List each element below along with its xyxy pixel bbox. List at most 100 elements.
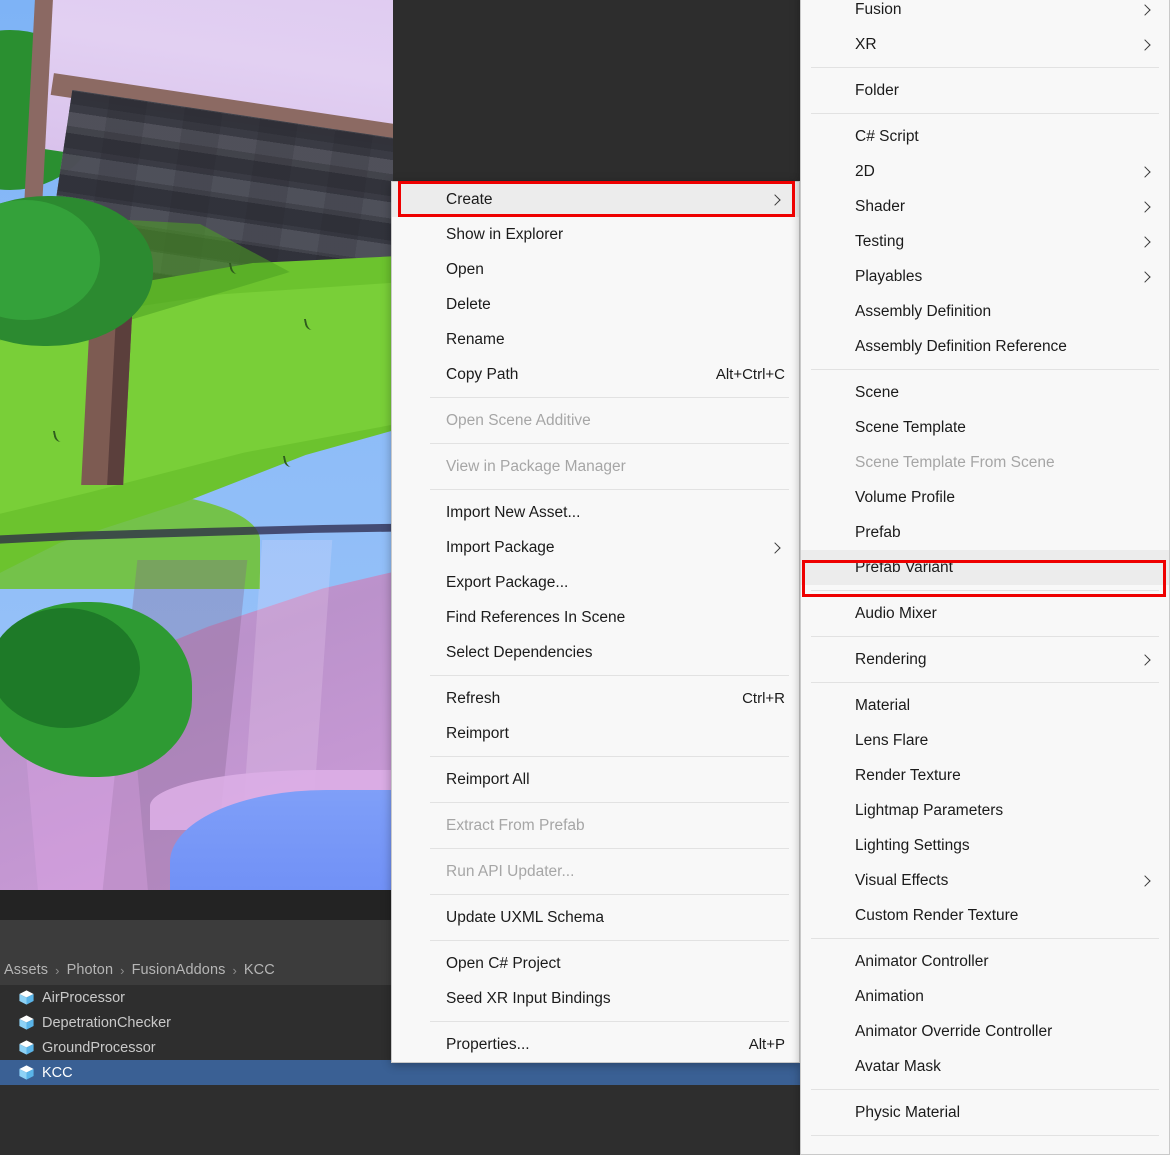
menu-item-assembly-definition[interactable]: Assembly Definition [801, 294, 1169, 329]
menu-item-label: Assembly Definition Reference [855, 337, 1067, 355]
list-item[interactable]: AirProcessor [0, 985, 393, 1010]
menu-item-scene[interactable]: Scene [801, 375, 1169, 410]
menu-item-export-package[interactable]: Export Package... [392, 565, 799, 600]
menu-separator [430, 848, 789, 849]
menu-item-material[interactable]: Material [801, 688, 1169, 723]
menu-item-animator-controller[interactable]: Animator Controller [801, 944, 1169, 979]
menu-separator [811, 1089, 1159, 1090]
menu-item-volume-profile[interactable]: Volume Profile [801, 480, 1169, 515]
menu-item-label: Animator Controller [855, 952, 989, 970]
list-item[interactable]: GroundProcessor [0, 1035, 393, 1060]
menu-item-label: Material [855, 696, 911, 714]
menu-item-label: Shader [855, 197, 905, 215]
menu-item-label: Reimport [446, 724, 509, 742]
menu-item-show-in-explorer[interactable]: Show in Explorer [392, 217, 799, 252]
menu-item-label: Lightmap Parameters [855, 801, 1004, 819]
breadcrumb-item-photon[interactable]: Photon [67, 962, 114, 978]
menu-item-label: Open [446, 260, 484, 278]
menu-item-2d[interactable]: 2D [801, 154, 1169, 189]
breadcrumb-item-assets[interactable]: Assets [2, 962, 48, 978]
menu-item-refresh[interactable]: Refresh Ctrl+R [392, 681, 799, 716]
menu-item-select-dependencies[interactable]: Select Dependencies [392, 635, 799, 670]
menu-item-label: Create [446, 190, 493, 208]
menu-item-rendering[interactable]: Rendering [801, 642, 1169, 677]
menu-item-label: Scene Template [855, 418, 966, 436]
list-item[interactable]: DepetrationChecker [0, 1010, 393, 1035]
menu-item-delete[interactable]: Delete [392, 287, 799, 322]
menu-item-label: Volume Profile [855, 488, 955, 506]
prefab-cube-icon [19, 1040, 34, 1055]
menu-item-label: Import Package [446, 538, 555, 556]
menu-item-reimport[interactable]: Reimport [392, 716, 799, 751]
menu-item-label: Rendering [855, 650, 927, 668]
menu-item-assembly-definition-reference[interactable]: Assembly Definition Reference [801, 329, 1169, 364]
breadcrumb-item-fusionaddons[interactable]: FusionAddons [132, 962, 226, 978]
menu-item-label: Avatar Mask [855, 1057, 941, 1075]
menu-item-c-script[interactable]: C# Script [801, 119, 1169, 154]
menu-item-update-uxml-schema[interactable]: Update UXML Schema [392, 900, 799, 935]
menu-item-label: Reimport All [446, 770, 530, 788]
menu-item-label: Prefab Variant [855, 558, 953, 576]
menu-item-open-c-project[interactable]: Open C# Project [392, 946, 799, 981]
menu-item-render-texture[interactable]: Render Texture [801, 758, 1169, 793]
menu-item-folder[interactable]: Folder [801, 73, 1169, 108]
menu-item-copy-path[interactable]: Copy Path Alt+Ctrl+C [392, 357, 799, 392]
menu-item-custom-render-texture[interactable]: Custom Render Texture [801, 898, 1169, 933]
menu-item-label: Properties... [446, 1035, 530, 1053]
breadcrumb[interactable]: Assets › Photon › FusionAddons › KCC [0, 955, 395, 985]
menu-separator [811, 1135, 1159, 1136]
menu-item-label: Testing [855, 232, 905, 250]
create-submenu[interactable]: Fusion XR Folder C# Script 2D Shader Testing Pl… [800, 0, 1170, 1155]
menu-item-avatar-mask[interactable]: Avatar Mask [801, 1049, 1169, 1084]
asset-context-menu[interactable]: Create Show in Explorer Open Delete Rename Co… [391, 181, 800, 1063]
menu-separator [430, 756, 789, 757]
menu-item-label: Rename [446, 330, 505, 348]
menu-item-visual-effects[interactable]: Visual Effects [801, 863, 1169, 898]
menu-item-rename[interactable]: Rename [392, 322, 799, 357]
menu-item-label: View in Package Manager [446, 457, 626, 475]
menu-item-reimport-all[interactable]: Reimport All [392, 762, 799, 797]
menu-item-animation[interactable]: Animation [801, 979, 1169, 1014]
menu-item-lightmap-parameters[interactable]: Lightmap Parameters [801, 793, 1169, 828]
menu-item-extract-from-prefab: Extract From Prefab [392, 808, 799, 843]
menu-item-import-package[interactable]: Import Package [392, 530, 799, 565]
menu-item-open-scene-additive: Open Scene Additive [392, 403, 799, 438]
menu-item-scene-template[interactable]: Scene Template [801, 410, 1169, 445]
menu-item-lens-flare[interactable]: Lens Flare [801, 723, 1169, 758]
menu-item-fusion[interactable]: Fusion [801, 0, 1169, 27]
menu-item-testing[interactable]: Testing [801, 224, 1169, 259]
menu-item-properties[interactable]: Properties... Alt+P [392, 1027, 799, 1062]
menu-item-lighting-settings[interactable]: Lighting Settings [801, 828, 1169, 863]
menu-item-label: Refresh [446, 689, 501, 707]
menu-separator [430, 940, 789, 941]
menu-item-playables[interactable]: Playables [801, 259, 1169, 294]
menu-item-view-in-package-manager: View in Package Manager [392, 449, 799, 484]
menu-item-label: Lens Flare [855, 731, 929, 749]
menu-item-import-new-asset[interactable]: Import New Asset... [392, 495, 799, 530]
breadcrumb-item-kcc[interactable]: KCC [244, 962, 275, 978]
menu-item-audio-mixer[interactable]: Audio Mixer [801, 596, 1169, 631]
menu-item-open[interactable]: Open [392, 252, 799, 287]
menu-separator [811, 67, 1159, 68]
menu-item-seed-xr-input-bindings[interactable]: Seed XR Input Bindings [392, 981, 799, 1016]
menu-item-shader[interactable]: Shader [801, 189, 1169, 224]
menu-item-label: Delete [446, 295, 491, 313]
scene-view[interactable] [0, 0, 393, 890]
project-browser-toolbar[interactable] [0, 920, 393, 955]
menu-item-prefab-variant[interactable]: Prefab Variant [801, 550, 1169, 585]
menu-item-label: Open Scene Additive [446, 411, 591, 429]
menu-item-create[interactable]: Create [392, 182, 799, 217]
menu-separator [430, 489, 789, 490]
chevron-right-icon: › [120, 962, 125, 978]
menu-item-physic-material[interactable]: Physic Material [801, 1095, 1169, 1130]
menu-item-find-references-in-scene[interactable]: Find References In Scene [392, 600, 799, 635]
menu-item-label: Copy Path [446, 365, 519, 383]
menu-item-xr[interactable]: XR [801, 27, 1169, 62]
prefab-cube-icon [19, 1015, 34, 1030]
menu-item-label: C# Script [855, 127, 919, 145]
asset-list[interactable]: AirProcessor DepetrationChecker GroundProc… [0, 985, 1170, 1085]
menu-item-label: Render Texture [855, 766, 961, 784]
menu-item-label: Scene Template From Scene [855, 453, 1055, 471]
menu-item-animator-override-controller[interactable]: Animator Override Controller [801, 1014, 1169, 1049]
menu-item-prefab[interactable]: Prefab [801, 515, 1169, 550]
